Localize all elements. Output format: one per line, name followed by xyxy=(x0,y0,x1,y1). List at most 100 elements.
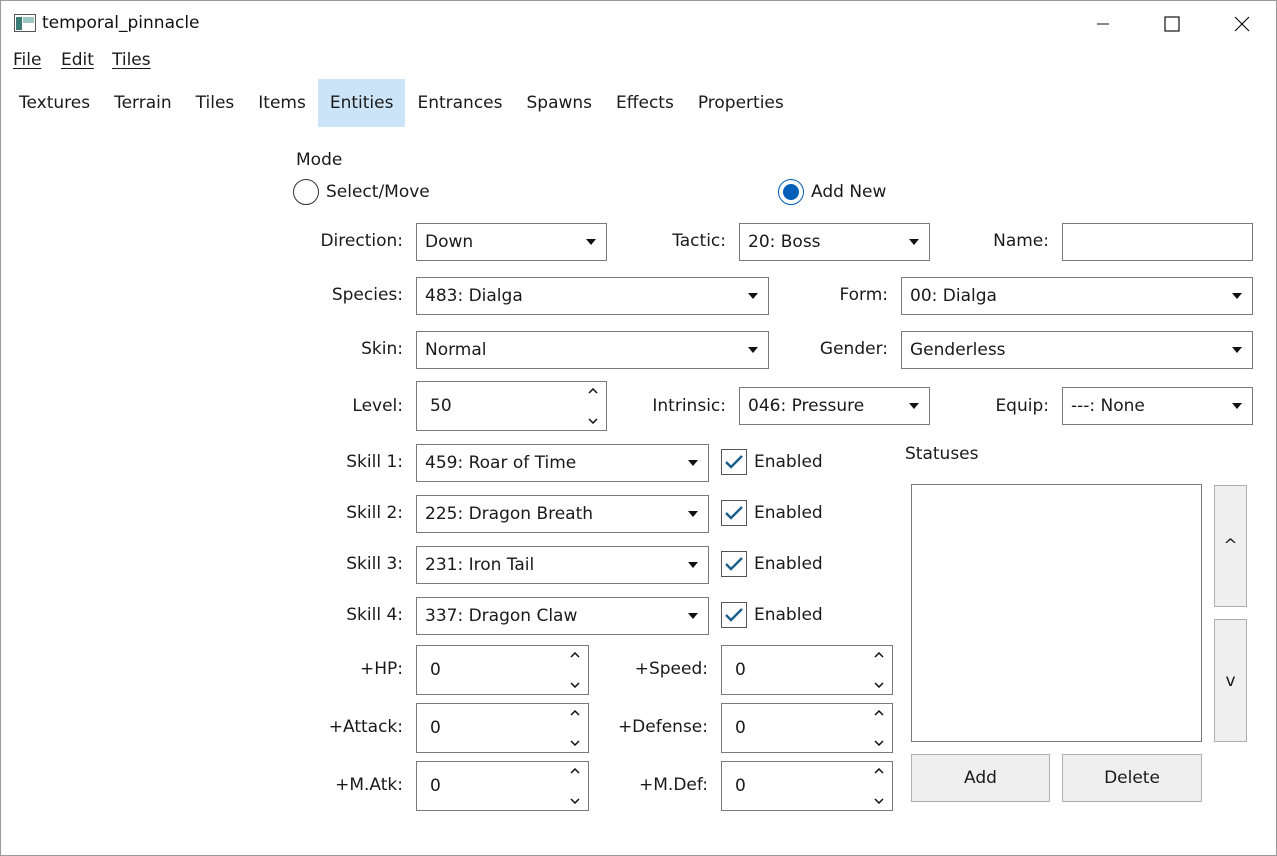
app-window: temporal_pinnacle File Edit Tiles Textur… xyxy=(0,0,1277,856)
move-up-button[interactable]: ^ xyxy=(1214,485,1247,607)
statuses-list[interactable] xyxy=(911,484,1202,742)
radio-add-new[interactable] xyxy=(778,179,804,205)
spin-up-icon xyxy=(874,652,884,658)
name-label: Name: xyxy=(993,231,1049,251)
speed-label: +Speed: xyxy=(634,659,708,679)
speed-spinner[interactable]: 0 xyxy=(721,645,893,695)
checkmark-icon xyxy=(725,608,743,622)
skill-4-combo[interactable]: 337: Dragon Claw xyxy=(416,597,709,635)
skill-1-enabled-label[interactable]: Enabled xyxy=(754,452,823,472)
direction-value: Down xyxy=(425,232,474,252)
radio-add-new-label[interactable]: Add New xyxy=(811,182,886,202)
chevron-down-icon xyxy=(678,613,708,619)
skill-3-enabled-label[interactable]: Enabled xyxy=(754,554,823,574)
spin-down-icon xyxy=(588,418,598,424)
skill-1-value: 459: Roar of Time xyxy=(425,453,577,473)
name-input[interactable] xyxy=(1062,223,1253,261)
chevron-down-icon xyxy=(576,239,606,245)
attack-spinner[interactable]: 0 xyxy=(416,703,589,753)
chevron-down-icon xyxy=(899,403,929,409)
skill-3-value: 231: Iron Tail xyxy=(425,555,535,575)
tab-items[interactable]: Items xyxy=(246,79,318,127)
tab-spawns[interactable]: Spawns xyxy=(514,79,604,127)
level-spinner[interactable]: 50 xyxy=(416,381,607,431)
intrinsic-combo[interactable]: 046: Pressure xyxy=(739,387,930,425)
skin-combo[interactable]: Normal xyxy=(416,331,769,369)
maximize-icon xyxy=(1164,16,1180,32)
skill-2-combo[interactable]: 225: Dragon Breath xyxy=(416,495,709,533)
equip-combo[interactable]: ---: None xyxy=(1062,387,1253,425)
spin-down-icon xyxy=(570,682,580,688)
hp-spinner[interactable]: 0 xyxy=(416,645,589,695)
level-value: 50 xyxy=(430,396,452,416)
gender-combo[interactable]: Genderless xyxy=(901,331,1253,369)
menu-tiles[interactable]: Tiles xyxy=(112,50,151,70)
move-down-button[interactable]: v xyxy=(1214,619,1247,742)
tactic-combo[interactable]: 20: Boss xyxy=(739,223,930,261)
chevron-down-icon xyxy=(678,562,708,568)
spin-buttons[interactable] xyxy=(866,762,892,810)
spin-buttons[interactable] xyxy=(562,704,588,752)
skill-3-combo[interactable]: 231: Iron Tail xyxy=(416,546,709,584)
spin-buttons[interactable] xyxy=(562,646,588,694)
close-button[interactable] xyxy=(1219,1,1265,47)
skill-4-label: Skill 4: xyxy=(346,605,403,625)
maximize-button[interactable] xyxy=(1149,1,1195,47)
skill-3-label: Skill 3: xyxy=(346,554,403,574)
spin-buttons[interactable] xyxy=(866,646,892,694)
radio-selected-dot xyxy=(783,184,799,200)
tab-terrain[interactable]: Terrain xyxy=(102,79,184,127)
species-combo[interactable]: 483: Dialga xyxy=(416,277,769,315)
skill-3-enabled-checkbox[interactable] xyxy=(721,551,747,577)
spin-up-icon xyxy=(570,710,580,716)
menu-edit[interactable]: Edit xyxy=(61,50,94,70)
hp-value: 0 xyxy=(430,660,441,680)
delete-status-button[interactable]: Delete xyxy=(1062,754,1202,802)
skill-2-enabled-checkbox[interactable] xyxy=(721,500,747,526)
chevron-down-icon xyxy=(1222,347,1252,353)
add-status-button[interactable]: Add xyxy=(911,754,1050,802)
app-icon xyxy=(14,14,36,32)
menu-file[interactable]: File xyxy=(13,50,41,70)
spin-buttons[interactable] xyxy=(580,382,606,430)
skill-2-value: 225: Dragon Breath xyxy=(425,504,594,524)
chevron-down-icon xyxy=(738,347,768,353)
skill-2-enabled-label[interactable]: Enabled xyxy=(754,503,823,523)
intrinsic-label: Intrinsic: xyxy=(652,396,726,416)
spin-up-icon xyxy=(588,388,598,394)
skill-1-combo[interactable]: 459: Roar of Time xyxy=(416,444,709,482)
minimize-button[interactable] xyxy=(1080,1,1126,47)
matk-spinner[interactable]: 0 xyxy=(416,761,589,811)
defense-spinner[interactable]: 0 xyxy=(721,703,893,753)
hp-label: +HP: xyxy=(359,659,403,679)
radio-select-move[interactable] xyxy=(293,179,319,205)
skill-1-enabled-checkbox[interactable] xyxy=(721,449,747,475)
spin-up-icon xyxy=(874,768,884,774)
matk-label: +M.Atk: xyxy=(335,775,403,795)
tab-effects[interactable]: Effects xyxy=(604,79,686,127)
gender-label: Gender: xyxy=(819,339,888,359)
spin-buttons[interactable] xyxy=(866,704,892,752)
radio-select-move-label[interactable]: Select/Move xyxy=(326,182,430,202)
tab-entrances[interactable]: Entrances xyxy=(405,79,514,127)
defense-value: 0 xyxy=(735,718,746,738)
chevron-down-icon xyxy=(678,511,708,517)
spin-buttons[interactable] xyxy=(562,762,588,810)
form-combo[interactable]: 00: Dialga xyxy=(901,277,1253,315)
equip-label: Equip: xyxy=(995,396,1049,416)
tab-textures[interactable]: Textures xyxy=(2,79,102,127)
spin-down-icon xyxy=(874,798,884,804)
skill-4-enabled-label[interactable]: Enabled xyxy=(754,605,823,625)
tab-properties[interactable]: Properties xyxy=(686,79,796,127)
tactic-label: Tactic: xyxy=(672,231,726,251)
direction-label: Direction: xyxy=(320,231,403,251)
skill-4-enabled-checkbox[interactable] xyxy=(721,602,747,628)
spin-up-icon xyxy=(570,768,580,774)
tab-tiles[interactable]: Tiles xyxy=(184,79,247,127)
direction-combo[interactable]: Down xyxy=(416,223,607,261)
mdef-label: +M.Def: xyxy=(639,775,708,795)
mdef-spinner[interactable]: 0 xyxy=(721,761,893,811)
spin-down-icon xyxy=(874,740,884,746)
skill-4-value: 337: Dragon Claw xyxy=(425,606,578,626)
tab-entities[interactable]: Entities xyxy=(317,79,406,127)
